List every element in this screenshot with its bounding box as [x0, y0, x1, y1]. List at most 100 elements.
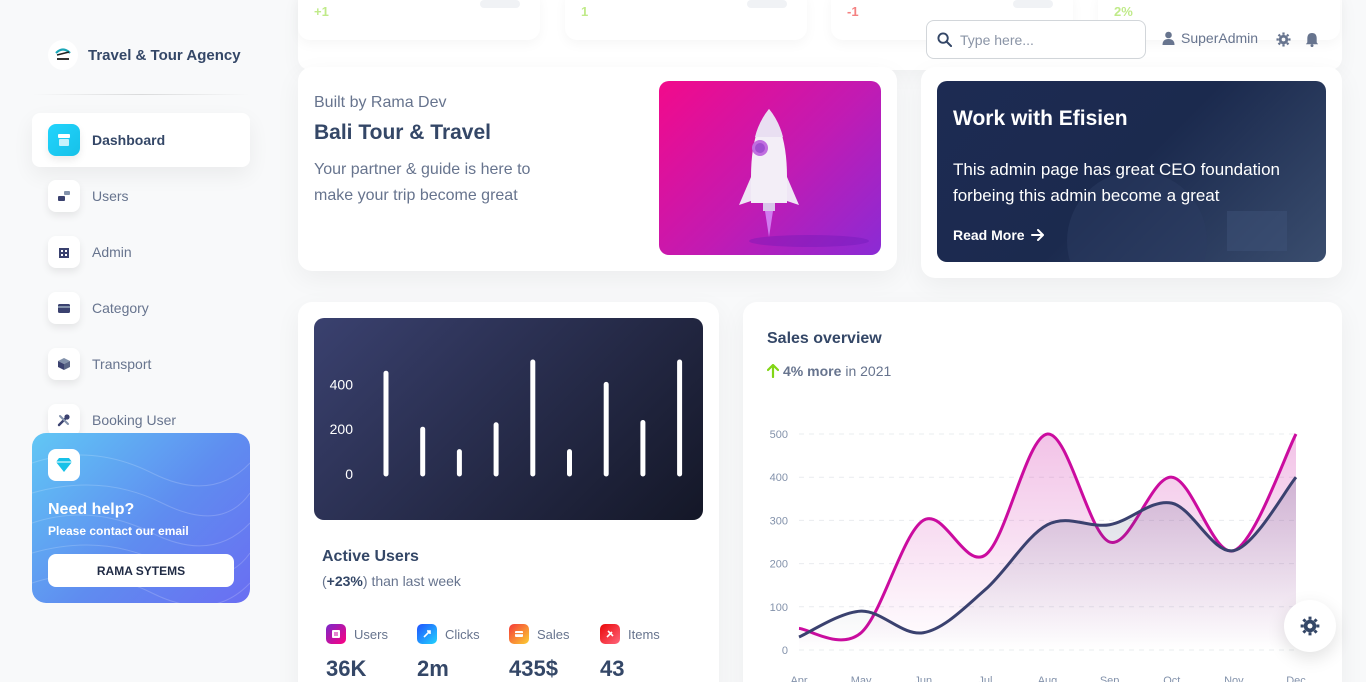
- bar-y-tick: 400: [330, 376, 354, 392]
- credit-card-icon: [48, 292, 80, 324]
- active-users-card: 0 200 400 Active Users (+23%) than last we…: [298, 302, 719, 682]
- sales-change: 4% more: [783, 363, 842, 379]
- sidebar-item-admin[interactable]: Admin: [32, 225, 250, 279]
- users-icon: [48, 180, 80, 212]
- help-card: Need help? Please contact our email RAMA…: [32, 433, 250, 603]
- line-y-tick: 100: [770, 602, 788, 614]
- line-x-tick: Apr: [790, 675, 807, 682]
- line-y-tick: 0: [782, 645, 788, 657]
- active-users-subtitle: (+23%) than last week: [322, 573, 461, 589]
- sidebar-item-transport[interactable]: Transport: [32, 337, 250, 391]
- brand-name: Travel & Tour Agency: [88, 46, 241, 64]
- office-icon: [48, 236, 80, 268]
- bell-icon[interactable]: [1305, 32, 1319, 47]
- shop-icon: [48, 124, 80, 156]
- contact-button[interactable]: RAMA SYTEMS: [48, 554, 234, 587]
- line-x-tick: May: [851, 675, 872, 682]
- line-y-tick: 200: [770, 559, 788, 571]
- line-y-tick: 500: [770, 429, 788, 441]
- bar-chart-svg: 0 200 400: [330, 359, 683, 482]
- metric-users: Users 36K: [326, 624, 416, 682]
- sales-overview-subtitle: 4% more in 2021: [767, 363, 891, 379]
- sidebar-item-label: Transport: [92, 356, 152, 372]
- search-box[interactable]: [926, 20, 1146, 59]
- active-users-chart: 0 200 400: [314, 318, 703, 520]
- stat-change: 2%: [1114, 4, 1133, 19]
- work-card-title: Work with Efisien: [953, 107, 1128, 130]
- rocket-small-icon: [417, 624, 437, 644]
- sales-overview-title: Sales overview: [767, 330, 882, 347]
- sales-overview-card: Sales overview 4% more in 2021 0 100 200 30…: [743, 302, 1342, 682]
- stat-card: +1: [298, 0, 540, 40]
- line-x-tick: Nov: [1224, 675, 1244, 682]
- stat-icon-placeholder: [1013, 0, 1053, 8]
- read-more-label: Read More: [953, 227, 1025, 243]
- line-y-tick: 400: [770, 472, 788, 484]
- sidebar-divider: [32, 94, 250, 95]
- gear-icon: [1300, 616, 1320, 636]
- stat-card: 1: [565, 0, 807, 40]
- stat-change: +1: [314, 4, 329, 19]
- metric-label: Users: [354, 626, 388, 642]
- sidebar: Travel & Tour Agency Dashboard Users Adm…: [0, 0, 282, 682]
- line-x-tick: Dec: [1286, 675, 1306, 682]
- metric-value: 43: [600, 656, 625, 681]
- sidebar-nav: Dashboard Users Admin Category Transport: [32, 113, 250, 449]
- brand-logo-icon: [48, 40, 78, 70]
- help-title: Need help?: [48, 501, 135, 518]
- built-by-subtitle: Built by Rama Dev: [314, 94, 447, 111]
- active-users-suffix: than last week: [371, 573, 461, 589]
- user-icon: [1162, 31, 1175, 45]
- tools-small-icon: [600, 624, 620, 644]
- box-icon: [48, 348, 80, 380]
- sidebar-item-label: Admin: [92, 244, 132, 260]
- line-x-tick: Sep: [1100, 675, 1120, 682]
- metric-label: Items: [628, 626, 660, 642]
- work-card: Work with Efisien This admin page has gr…: [921, 67, 1342, 278]
- document-icon: [326, 624, 346, 644]
- settings-fab[interactable]: [1284, 600, 1336, 652]
- sidebar-item-label: Users: [92, 188, 129, 204]
- stat-icon-placeholder: [480, 0, 520, 8]
- rocket-icon: [739, 109, 869, 247]
- metric-label: Sales: [537, 626, 570, 642]
- built-by-description: Your partner & guide is here to make you…: [314, 161, 531, 204]
- sidebar-item-users[interactable]: Users: [32, 169, 250, 223]
- read-more-link[interactable]: Read More: [953, 227, 1045, 243]
- sidebar-item-label: Dashboard: [92, 132, 166, 148]
- search-icon: [937, 32, 952, 47]
- work-card-description: This admin page has great CEO foundation…: [953, 160, 1280, 205]
- active-users-title: Active Users: [322, 548, 419, 565]
- user-menu[interactable]: SuperAdmin: [1162, 30, 1258, 46]
- gear-icon[interactable]: [1276, 32, 1291, 47]
- line-x-tick: Oct: [1163, 675, 1180, 682]
- metric-label: Clicks: [445, 626, 480, 642]
- stat-change: 1: [581, 4, 589, 19]
- arrow-up-icon: [767, 364, 779, 378]
- search-input[interactable]: [960, 31, 1130, 48]
- sidebar-item-label: Booking User: [92, 412, 177, 428]
- metric-clicks: Clicks 2m: [417, 624, 507, 682]
- built-by-card: Built by Rama Dev Bali Tour & Travel You…: [298, 67, 897, 271]
- stat-icon-placeholder: [747, 0, 787, 8]
- metric-value: 2m: [417, 656, 449, 681]
- stat-change: -1: [847, 4, 859, 19]
- diamond-icon: [48, 449, 80, 481]
- line-y-tick: 300: [770, 515, 788, 527]
- active-users-change: +23%: [326, 573, 363, 589]
- line-x-tick: Jul: [978, 675, 992, 682]
- brand[interactable]: Travel & Tour Agency: [48, 40, 241, 70]
- metric-items: Items 43: [600, 624, 690, 682]
- line-x-tick: Jun: [914, 675, 932, 682]
- bar-y-tick: 0: [345, 466, 353, 482]
- sidebar-item-dashboard[interactable]: Dashboard: [32, 113, 250, 167]
- work-card-banner: Work with Efisien This admin page has gr…: [937, 81, 1326, 262]
- metric-sales: Sales 435$: [509, 624, 599, 682]
- sidebar-item-label: Category: [92, 300, 149, 316]
- sidebar-item-category[interactable]: Category: [32, 281, 250, 335]
- user-name: SuperAdmin: [1181, 30, 1259, 46]
- bar-y-tick: 200: [330, 421, 354, 437]
- line-x-tick: Aug: [1038, 675, 1058, 682]
- metric-value: 435$: [509, 656, 558, 681]
- help-subtitle: Please contact our email: [48, 524, 189, 538]
